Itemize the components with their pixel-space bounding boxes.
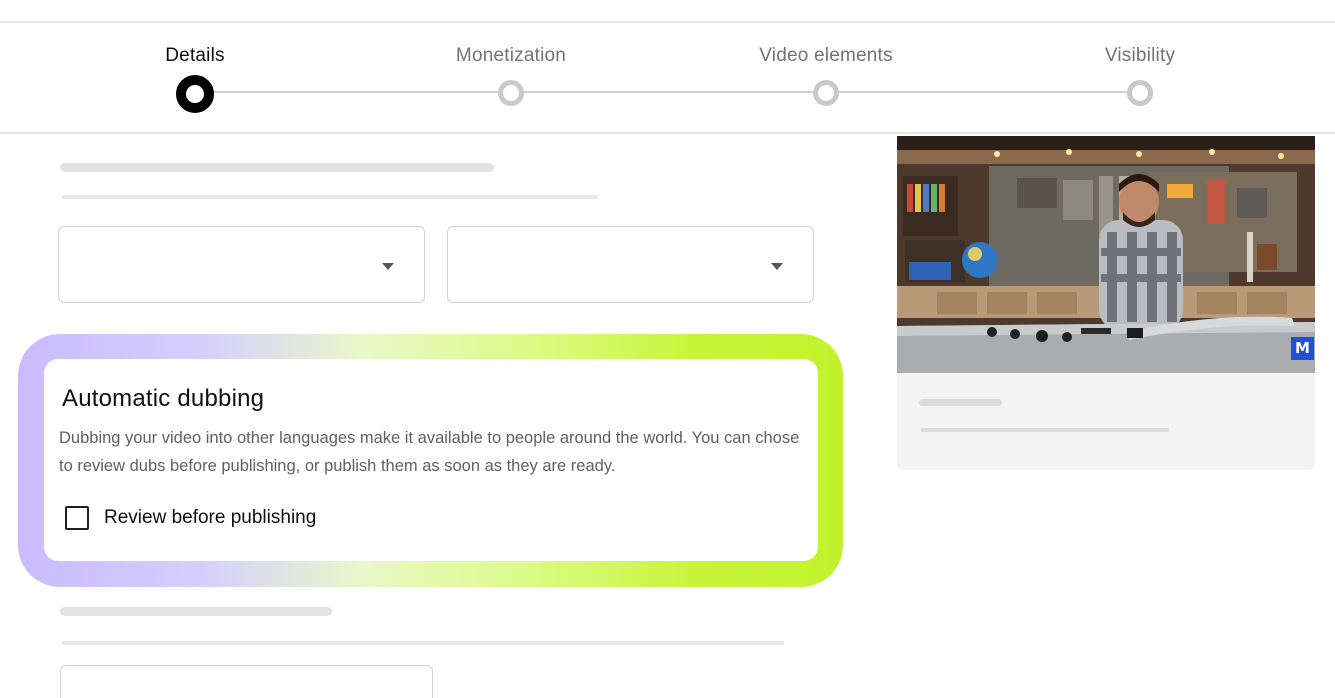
upload-stepper: Details Monetization Video elements Visi… bbox=[0, 21, 1335, 134]
chevron-down-icon bbox=[771, 263, 783, 270]
step-dot-icon bbox=[1127, 80, 1153, 106]
step-dot-icon bbox=[498, 80, 524, 106]
workshop-scene-image bbox=[897, 136, 1315, 373]
stepper-track bbox=[195, 91, 1140, 93]
step-monetization[interactable]: Monetization bbox=[391, 23, 631, 123]
step-video-elements[interactable]: Video elements bbox=[706, 23, 946, 123]
step-dot-icon bbox=[176, 75, 214, 113]
upload-details-page: Details Monetization Video elements Visi… bbox=[0, 0, 1335, 698]
step-label-monetization: Monetization bbox=[455, 45, 567, 66]
checkbox-label: Review before publishing bbox=[104, 507, 317, 528]
video-thumbnail[interactable]: M bbox=[897, 136, 1315, 373]
skeleton-line bbox=[62, 195, 598, 199]
automatic-dubbing-card: Automatic dubbing Dubbing your video int… bbox=[44, 359, 818, 561]
step-details[interactable]: Details bbox=[75, 23, 315, 123]
skeleton-line bbox=[921, 428, 1169, 432]
select-dropdown-2[interactable] bbox=[447, 226, 814, 303]
skeleton-heading bbox=[60, 607, 332, 616]
step-label-video-elements: Video elements bbox=[759, 45, 893, 66]
dubbing-description: Dubbing your video into other languages … bbox=[59, 429, 800, 475]
dubbing-title: Automatic dubbing bbox=[62, 385, 265, 412]
select-dropdown-1[interactable] bbox=[58, 226, 425, 303]
step-visibility[interactable]: Visibility bbox=[1020, 23, 1260, 123]
skeleton-heading bbox=[919, 399, 1002, 406]
step-label-details: Details bbox=[165, 45, 225, 66]
video-preview-panel: M bbox=[897, 136, 1315, 470]
skeleton-heading bbox=[60, 163, 494, 172]
channel-badge-icon: M bbox=[1291, 337, 1314, 360]
chevron-down-icon bbox=[382, 263, 394, 270]
checkbox-icon[interactable] bbox=[65, 506, 89, 530]
step-dot-icon bbox=[813, 80, 839, 106]
skeleton-line bbox=[62, 641, 784, 645]
text-input[interactable] bbox=[60, 665, 433, 698]
step-label-visibility: Visibility bbox=[1104, 45, 1176, 66]
